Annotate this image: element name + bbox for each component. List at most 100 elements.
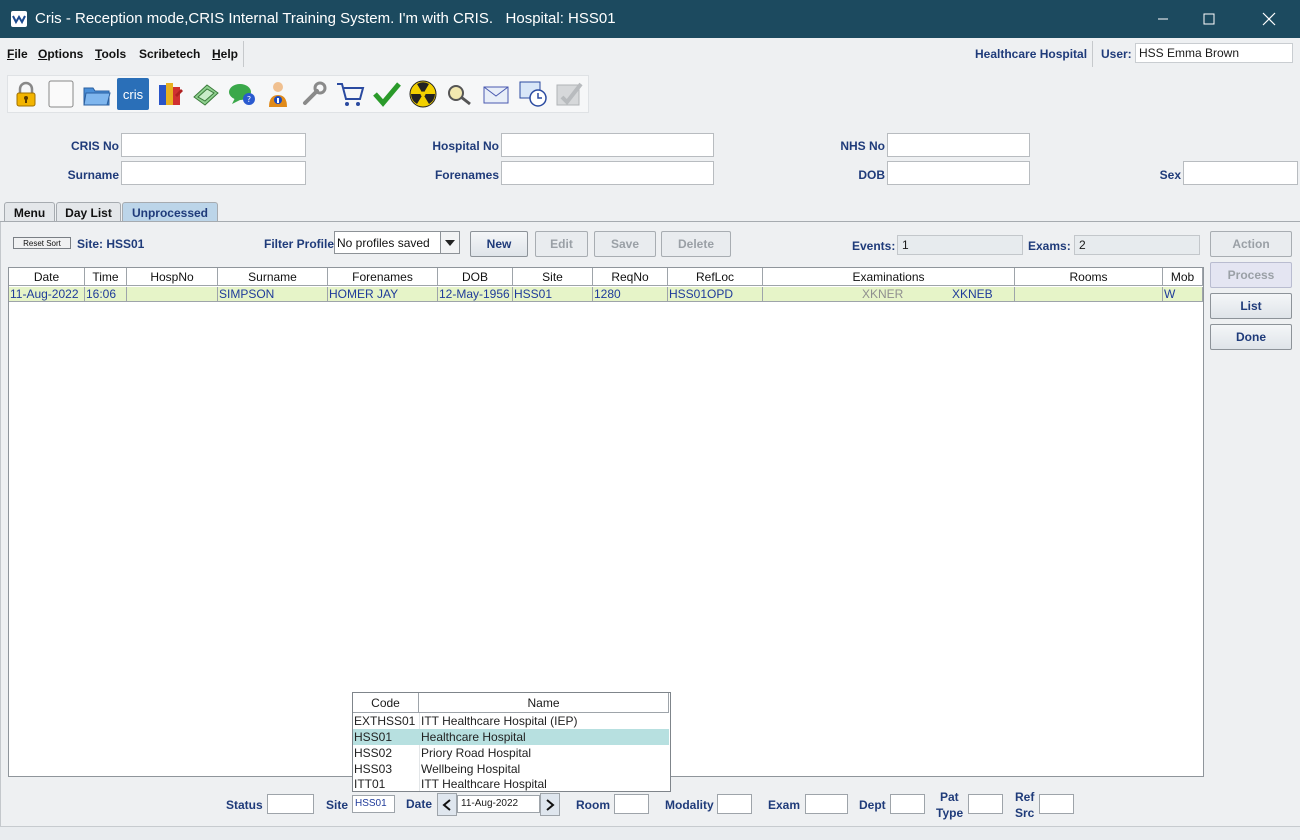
wrench-button[interactable] — [298, 78, 330, 110]
column-header-rooms[interactable]: Rooms — [1015, 268, 1163, 286]
sex-input[interactable] — [1183, 161, 1298, 185]
money-icon — [193, 84, 219, 106]
menu-file[interactable]: File — [7, 47, 28, 61]
site-option-code: HSS01 — [354, 730, 393, 744]
dept-filter-input[interactable] — [890, 794, 925, 814]
chat-button[interactable]: ? — [226, 78, 258, 110]
cris-no-input[interactable] — [121, 133, 306, 157]
menu-help[interactable]: Help — [212, 47, 238, 61]
column-header-dob[interactable]: DOB — [438, 268, 513, 286]
column-header-hospno[interactable]: HospNo — [127, 268, 218, 286]
status-filter-label: Status — [226, 798, 263, 812]
modality-filter-input[interactable] — [717, 794, 752, 814]
process-button[interactable]: Process — [1210, 262, 1292, 288]
save-button[interactable]: Save — [594, 231, 656, 257]
column-header-forenames[interactable]: Forenames — [328, 268, 438, 286]
maximize-icon — [1203, 13, 1215, 25]
room-filter-input[interactable] — [614, 794, 649, 814]
new-button[interactable]: New — [470, 231, 528, 257]
checkmark-button[interactable] — [371, 78, 403, 110]
menu-separator — [243, 41, 244, 67]
site-filter-label: Site — [326, 798, 349, 812]
minimize-button[interactable] — [1140, 0, 1186, 38]
ref-src-filter-input[interactable] — [1039, 794, 1074, 814]
money-button[interactable] — [190, 78, 222, 110]
column-header-surname[interactable]: Surname — [218, 268, 328, 286]
date-filter-input[interactable]: 11-Aug-2022 — [457, 795, 540, 813]
site-option-row[interactable]: HSS03 Wellbeing Hospital — [353, 761, 669, 777]
filter-dropdown-button[interactable] — [440, 232, 459, 253]
pat-type-filter-input[interactable] — [968, 794, 1003, 814]
site-option-row[interactable]: ITT01 ITT Healthcare Hospital — [353, 776, 669, 792]
reset-sort-button[interactable]: Reset Sort — [13, 237, 71, 249]
site-option-code: ITT01 — [354, 777, 386, 791]
cell-mob: W — [1163, 287, 1203, 302]
clock-window-icon — [519, 81, 547, 107]
ref-src-filter-label: Src — [1015, 806, 1035, 820]
forenames-input[interactable] — [501, 161, 714, 185]
site-option-row[interactable]: EXTHSS01 ITT Healthcare Hospital (IEP) — [353, 713, 669, 729]
column-header-reqno[interactable]: ReqNo — [593, 268, 668, 286]
site-option-code: HSS02 — [354, 746, 393, 760]
edit-button[interactable]: Edit — [535, 231, 588, 257]
close-button[interactable] — [1246, 0, 1292, 38]
magnifier-button[interactable] — [443, 78, 475, 110]
site-option-row[interactable]: HSS02 Priory Road Hospital — [353, 745, 669, 761]
cart-button[interactable] — [334, 78, 366, 110]
date-previous-button[interactable] — [437, 793, 457, 816]
site-option-row-selected[interactable]: HSS01 Healthcare Hospital — [353, 729, 669, 745]
tab-day-list[interactable]: Day List — [56, 202, 121, 222]
column-header-mob[interactable]: Mob — [1163, 268, 1203, 286]
surname-label: Surname — [67, 168, 119, 182]
cell-surname: SIMPSON — [218, 287, 328, 302]
column-header-date[interactable]: Date — [9, 268, 85, 286]
blank-page-icon — [48, 80, 74, 108]
info-person-button[interactable] — [262, 78, 294, 110]
modality-filter-label: Modality — [665, 798, 714, 812]
open-folder-button[interactable] — [81, 78, 113, 110]
maximize-button[interactable] — [1186, 0, 1232, 38]
pat-type-filter-label: Pat — [940, 790, 959, 804]
menu-options[interactable]: Options — [38, 47, 83, 61]
hospital-no-input[interactable] — [501, 133, 714, 157]
radiation-button[interactable] — [407, 78, 439, 110]
tab-unprocessed[interactable]: Unprocessed — [122, 202, 218, 222]
tab-menu[interactable]: Menu — [4, 202, 55, 222]
cell-dob: 12-May-1956 — [438, 287, 513, 302]
mail-button[interactable] — [480, 78, 512, 110]
clock-window-button[interactable] — [517, 78, 549, 110]
menu-tools[interactable]: Tools — [95, 47, 126, 61]
menu-scribetech[interactable]: Scribetech — [139, 47, 200, 61]
pat-type-filter-label: Type — [936, 806, 964, 820]
column-header-time[interactable]: Time — [85, 268, 127, 286]
column-header-examinations[interactable]: Examinations — [763, 268, 1015, 286]
cell-reqno: 1280 — [593, 287, 668, 302]
blank-page-button[interactable] — [45, 78, 77, 110]
minimize-icon — [1158, 18, 1168, 20]
done-button[interactable]: Done — [1210, 324, 1292, 350]
status-filter-input[interactable] — [267, 794, 314, 814]
column-header-site[interactable]: Site — [513, 268, 593, 286]
surname-input[interactable] — [121, 161, 306, 185]
user-field[interactable]: HSS Emma Brown — [1135, 43, 1293, 63]
window-title: Cris - Reception mode,CRIS Internal Trai… — [35, 10, 616, 27]
books-button[interactable] — [154, 78, 186, 110]
list-button[interactable]: List — [1210, 293, 1292, 319]
site-filter-input[interactable]: HSS01 — [352, 795, 395, 813]
nhs-no-input[interactable] — [887, 133, 1030, 157]
site-option-code: EXTHSS01 — [354, 714, 416, 728]
dept-filter-label: Dept — [859, 798, 886, 812]
books-icon — [159, 83, 183, 105]
dob-input[interactable] — [887, 161, 1030, 185]
lock-button[interactable] — [10, 78, 42, 110]
popup-header-name[interactable]: Name — [419, 693, 669, 713]
column-header-refloc[interactable]: RefLoc — [668, 268, 763, 286]
date-next-button[interactable] — [540, 793, 560, 816]
delete-button[interactable]: Delete — [661, 231, 731, 257]
open-folder-icon — [83, 87, 111, 106]
popup-header-code[interactable]: Code — [353, 693, 419, 713]
site-label: Site: HSS01 — [77, 237, 145, 251]
action-button[interactable]: Action — [1210, 231, 1292, 257]
exam-filter-input[interactable] — [805, 794, 848, 814]
cris-button[interactable]: cris — [117, 78, 149, 110]
